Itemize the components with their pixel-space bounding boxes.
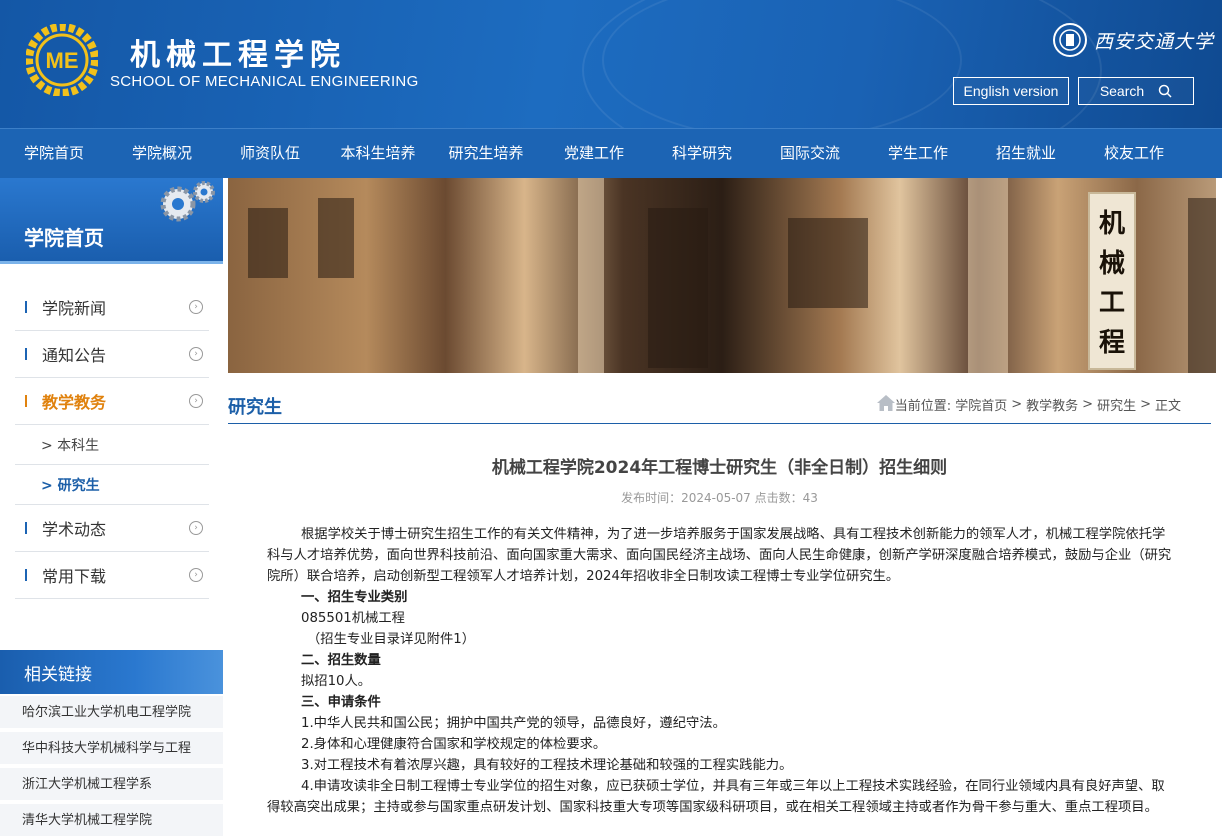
home-icon	[877, 395, 895, 411]
logo-text: ME	[46, 48, 79, 73]
breadcrumb-graduate[interactable]: 研究生	[1097, 395, 1136, 414]
banner-window	[318, 198, 354, 278]
banner-pillar	[578, 178, 604, 373]
nav-item-faculty[interactable]: 师资队伍	[216, 129, 324, 179]
site-header: ME 机械工程学院 SCHOOL OF MECHANICAL ENGINEERI…	[0, 0, 1222, 128]
sidebar-subitem-graduate[interactable]: > 研究生	[15, 465, 209, 505]
school-name-en: SCHOOL OF MECHANICAL ENGINEERING	[110, 73, 419, 90]
main-nav: 学院首页 学院概况 师资队伍 本科生培养 研究生培养 党建工作 科学研究 国际交…	[0, 128, 1222, 178]
sidebar-subitem-undergraduate[interactable]: > 本科生	[15, 425, 209, 465]
gears-icon	[160, 181, 215, 222]
english-version-button[interactable]: English version	[953, 77, 1069, 105]
nav-item-party[interactable]: 党建工作	[540, 129, 648, 179]
school-name-cn: 机械工程学院	[130, 38, 346, 73]
related-link[interactable]: 清华大学机械工程学院	[0, 804, 223, 838]
sidebar-item-news[interactable]: 学院新闻 ›	[15, 284, 209, 331]
nav-item-international[interactable]: 国际交流	[756, 129, 864, 179]
sidebar-item-teaching[interactable]: 教学教务 ›	[15, 378, 209, 425]
breadcrumb-separator: >	[1140, 397, 1151, 412]
related-links-title: 相关链接	[24, 665, 92, 685]
plaque-char: 工	[1098, 288, 1125, 319]
article-line: 3.对工程技术有着浓厚兴趣，具有较好的工程技术理论基础和较强的工程实践能力。	[301, 758, 793, 773]
nav-item-undergraduate[interactable]: 本科生培养	[324, 129, 432, 179]
search-icon	[1158, 84, 1172, 98]
menu-marker	[25, 522, 27, 534]
breadcrumb-separator: >	[1011, 397, 1023, 412]
related-link[interactable]: 哈尔滨工业大学机电工程学院	[0, 696, 223, 730]
banner-window	[788, 218, 868, 308]
banner-window	[1188, 198, 1216, 373]
article-meta: 发布时间：2024-05-07 点击数：43	[621, 491, 818, 505]
search-button[interactable]: Search	[1078, 77, 1194, 105]
related-links-header: 相关链接	[0, 650, 223, 694]
breadcrumb-prefix: 当前位置:	[894, 399, 952, 414]
nav-item-about[interactable]: 学院概况	[108, 129, 216, 179]
sidebar-item-label: 学术动态	[42, 520, 107, 539]
article-line: （招生专业目录详见附件1）	[307, 632, 476, 647]
sidebar-title: 学院首页	[24, 226, 104, 250]
related-link[interactable]: 华中科技大学机械科学与工程	[0, 732, 223, 766]
sidebar-item-label: 常用下载	[42, 567, 107, 586]
plaque-char: 程	[1098, 327, 1125, 358]
menu-marker	[25, 569, 27, 581]
article-title: 机械工程学院2024年工程博士研究生（非全日制）招生细则	[491, 458, 948, 478]
nav-item-home[interactable]: 学院首页	[0, 129, 108, 179]
menu-marker	[25, 395, 27, 407]
breadcrumb-current: 正文	[1154, 399, 1181, 414]
breadcrumb: 当前位置: 学院首页 > 教学教务 > 研究生 > 正文	[895, 395, 1181, 414]
university-logo[interactable]: 西安交通大学	[1052, 20, 1214, 60]
article-line: 2.身体和心理健康符合国家和学校规定的体检要求。	[301, 737, 607, 752]
breadcrumb-separator: >	[1082, 397, 1094, 412]
breadcrumb-teaching[interactable]: 教学教务	[1026, 395, 1078, 414]
plaque-char: 机	[1098, 209, 1125, 240]
breadcrumb-home[interactable]: 学院首页	[955, 395, 1007, 414]
related-link[interactable]: 浙江大学机械工程学系	[0, 768, 223, 802]
banner-window	[648, 208, 708, 368]
article-intro: 根据学校关于博士研究生招生工作的有关文件精神，为了进一步培养服务于国家发展战略、…	[267, 527, 1172, 584]
university-name: 西安交通大学	[1094, 30, 1215, 53]
sidebar-item-notices[interactable]: 通知公告 ›	[15, 331, 209, 378]
section-title: 研究生	[228, 397, 282, 418]
search-label: Search	[1099, 83, 1145, 99]
chevron-right-icon: ›	[189, 394, 203, 408]
section-heading: 一、招生专业类别	[301, 590, 408, 605]
banner-image: 机 械 工 程	[228, 178, 1216, 373]
sidebar-header: 学院首页	[0, 178, 223, 264]
banner-window	[248, 208, 288, 278]
nav-item-alumni[interactable]: 校友工作	[1080, 129, 1188, 179]
sidebar-item-label: 通知公告	[42, 346, 107, 365]
sidebar-item-label: 学院新闻	[42, 299, 107, 318]
school-logo-icon[interactable]: ME	[26, 24, 98, 96]
article-body: 根据学校关于博士研究生招生工作的有关文件精神，为了进一步培养服务于国家发展战略、…	[267, 524, 1173, 818]
sidebar-item-label: 教学教务	[42, 393, 107, 412]
chevron-right-icon: ›	[189, 347, 203, 361]
university-seal-icon	[1053, 23, 1087, 57]
sidebar-item-academic[interactable]: 学术动态 ›	[15, 505, 209, 552]
nav-item-students[interactable]: 学生工作	[864, 129, 972, 179]
chevron-right-icon: ›	[189, 300, 203, 314]
banner-plaque: 机 械 工 程	[1088, 192, 1136, 370]
article-line: 1.中华人民共和国公民；拥护中国共产党的领导，品德良好，遵纪守法。	[301, 716, 726, 731]
sidebar-menu: 学院新闻 › 通知公告 › 教学教务 › > 本科生 > 研究生 学术动态 › …	[15, 284, 209, 599]
nav-item-graduate[interactable]: 研究生培养	[432, 129, 540, 179]
content-header: 研究生 当前位置: 学院首页 > 教学教务 > 研究生 > 正文	[228, 380, 1211, 424]
article-line: 085501机械工程	[301, 611, 405, 626]
article-line: 拟招10人。	[301, 674, 372, 689]
sidebar: 学院首页 学院新闻 › 通知公告 › 教学教务 › > 本科生 > 研究生 学术…	[0, 178, 223, 838]
sidebar-item-downloads[interactable]: 常用下载 ›	[15, 552, 209, 599]
section-heading: 三、申请条件	[301, 695, 381, 710]
banner-pillar	[968, 178, 1008, 373]
header-decoration	[602, 0, 962, 128]
chevron-right-icon: ›	[189, 521, 203, 535]
plaque-char: 械	[1098, 248, 1125, 279]
chevron-right-icon: ›	[189, 568, 203, 582]
article-line: 4.申请攻读非全日制工程博士专业学位的招生对象，应已获硕士学位，并具有三年或三年…	[267, 779, 1165, 815]
menu-marker	[25, 348, 27, 360]
nav-item-research[interactable]: 科学研究	[648, 129, 756, 179]
menu-marker	[25, 301, 27, 313]
nav-item-admissions[interactable]: 招生就业	[972, 129, 1080, 179]
section-heading: 二、招生数量	[301, 653, 381, 668]
